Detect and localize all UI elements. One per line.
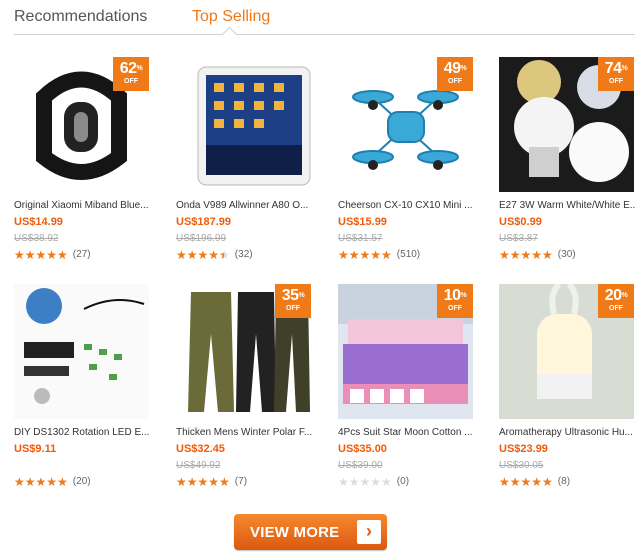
product-card[interactable]: Onda V989 Allwinner A80 O... US$187.99 US$… — [176, 57, 334, 287]
discount-off-label: OFF — [124, 78, 138, 85]
review-count: (20) — [72, 476, 91, 487]
product-name[interactable]: DIY DS1302 Rotation LED E... — [14, 427, 164, 438]
product-price: US$35.00 — [338, 443, 387, 455]
star-rating-icon: ★★★★★★★★★★ — [176, 248, 230, 262]
tab-divider — [14, 34, 635, 35]
product-rating: ★★★★★ ★★★★★ (510) — [338, 248, 420, 262]
review-count: (8) — [557, 476, 571, 487]
discount-percent: 20% — [604, 287, 628, 304]
tablet-image[interactable] — [176, 57, 311, 192]
review-count: (0) — [396, 476, 410, 487]
product-old-price: US$39.00 — [338, 460, 383, 471]
drone-image[interactable]: 49% OFF — [338, 57, 473, 192]
product-name[interactable]: Aromatherapy Ultrasonic Hu... — [499, 427, 635, 438]
chevron-right-icon: › — [357, 520, 381, 544]
product-price: US$15.99 — [338, 216, 387, 228]
discount-badge: 10% OFF — [437, 284, 473, 318]
cargo-pants-image[interactable]: 35% OFF — [176, 284, 311, 419]
review-count: (510) — [396, 249, 421, 260]
product-price: US$32.45 — [176, 443, 225, 455]
discount-percent: 62% — [119, 60, 143, 77]
product-price: US$14.99 — [14, 216, 63, 228]
tab-top-selling[interactable]: Top Selling — [192, 8, 270, 26]
discount-badge: 49% OFF — [437, 57, 473, 91]
led-kit-image[interactable] — [14, 284, 149, 419]
product-rating: ★★★★★ ★★★★★ (7) — [176, 475, 247, 489]
product-rating: ★★★★★ ★★★★★ (27) — [14, 248, 91, 262]
review-count: (27) — [72, 249, 91, 260]
discount-off-label: OFF — [448, 305, 462, 312]
star-rating-icon: ★★★★★★★★★★ — [176, 475, 230, 489]
humidifier-image[interactable]: 20% OFF — [499, 284, 634, 419]
product-name[interactable]: Original Xiaomi Miband Blue... — [14, 200, 164, 211]
product-old-price: US$30.05 — [499, 460, 544, 471]
discount-off-label: OFF — [286, 305, 300, 312]
view-more-label: VIEW MORE — [250, 524, 340, 541]
star-rating-icon: ★★★★★★★★★★ — [338, 248, 392, 262]
product-name[interactable]: E27 3W Warm White/White E... — [499, 200, 635, 211]
product-old-price: US$3.87 — [499, 233, 538, 244]
bedding-set-image[interactable]: 10% OFF — [338, 284, 473, 419]
active-tab-caret — [221, 26, 238, 43]
product-name[interactable]: Onda V989 Allwinner A80 O... — [176, 200, 326, 211]
star-rating-icon: ★★★★★★★★★★ — [338, 475, 392, 489]
product-card[interactable]: DIY DS1302 Rotation LED E... US$9.11 ★★★★★… — [14, 284, 172, 514]
discount-off-label: OFF — [609, 78, 623, 85]
product-rating: ★★★★★ ★★★★★ (30) — [499, 248, 576, 262]
product-rating: ★★★★★ ★★★★★ (20) — [14, 475, 91, 489]
discount-percent: 10% — [443, 287, 467, 304]
discount-off-label: OFF — [609, 305, 623, 312]
product-card[interactable]: 74% OFF E27 3W Warm White/White E... US$0.9… — [499, 57, 635, 287]
view-more-button[interactable]: VIEW MORE › — [234, 514, 387, 550]
review-count: (7) — [234, 476, 248, 487]
discount-badge: 62% OFF — [113, 57, 149, 91]
product-old-price: US$38.92 — [14, 233, 59, 244]
product-price: US$187.99 — [176, 216, 232, 228]
product-price: US$23.99 — [499, 443, 548, 455]
fitness-band-image[interactable]: 62% OFF — [14, 57, 149, 192]
product-old-price: US$49.92 — [176, 460, 221, 471]
product-card[interactable]: 35% OFF Thicken Mens Winter Polar F... US$3… — [176, 284, 334, 514]
review-count: (30) — [557, 249, 576, 260]
product-card[interactable]: 10% OFF 4Pcs Suit Star Moon Cotton ... US$3… — [338, 284, 496, 514]
discount-badge: 20% OFF — [598, 284, 634, 318]
product-card[interactable]: 49% OFF Cheerson CX-10 CX10 Mini ... US$15.… — [338, 57, 496, 287]
discount-percent: 74% — [604, 60, 628, 77]
product-price: US$0.99 — [499, 216, 542, 228]
discount-percent: 49% — [443, 60, 467, 77]
product-rating: ★★★★★★★★★★ (32) — [176, 248, 253, 262]
product-old-price: US$31.57 — [338, 233, 383, 244]
product-card[interactable]: 62% OFF Original Xiaomi Miband Blue... US$1… — [14, 57, 172, 287]
star-rating-icon: ★★★★★★★★★★ — [499, 475, 553, 489]
discount-badge: 74% OFF — [598, 57, 634, 91]
star-rating-icon: ★★★★★★★★★★ — [14, 248, 68, 262]
product-old-price: US$196.99 — [176, 233, 227, 244]
product-rating: ★★★★★ ★★★★★ (8) — [499, 475, 570, 489]
product-price: US$9.11 — [14, 443, 57, 455]
discount-percent: 35% — [281, 287, 305, 304]
product-name[interactable]: 4Pcs Suit Star Moon Cotton ... — [338, 427, 488, 438]
star-rating-icon: ★★★★★★★★★★ — [499, 248, 553, 262]
product-name[interactable]: Cheerson CX-10 CX10 Mini ... — [338, 200, 488, 211]
tab-recommendations[interactable]: Recommendations — [14, 8, 147, 26]
tab-bar: Recommendations Top Selling — [0, 0, 635, 43]
star-rating-icon: ★★★★★★★★★★ — [14, 475, 68, 489]
led-bulb-image[interactable]: 74% OFF — [499, 57, 634, 192]
product-card[interactable]: 20% OFF Aromatherapy Ultrasonic Hu... US$23… — [499, 284, 635, 514]
product-name[interactable]: Thicken Mens Winter Polar F... — [176, 427, 326, 438]
discount-badge: 35% OFF — [275, 284, 311, 318]
discount-off-label: OFF — [448, 78, 462, 85]
product-rating: ★★★★★★★★★★ (0) — [338, 475, 409, 489]
review-count: (32) — [234, 249, 253, 260]
